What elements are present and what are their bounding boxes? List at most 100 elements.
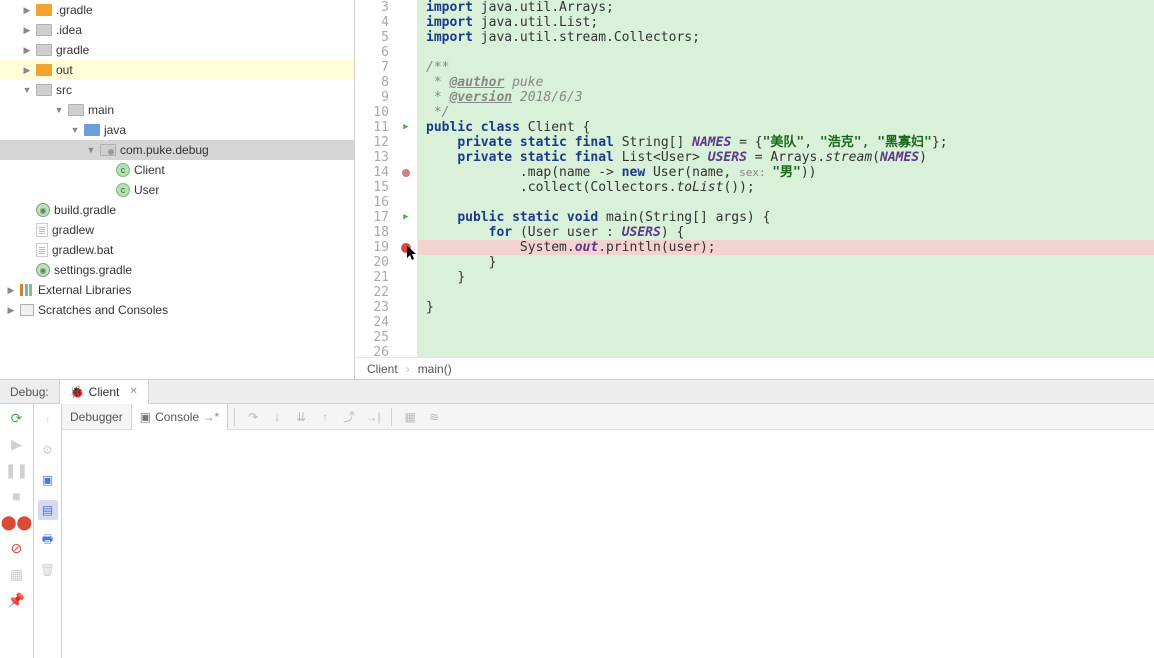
view-breakpoints-button[interactable]: ⬤⬤ (7, 512, 27, 532)
chevron-down-icon[interactable]: ▼ (70, 125, 80, 135)
libraries-icon (20, 284, 34, 296)
debug-panel-label: Debug: (0, 385, 59, 399)
chevron-right-icon[interactable]: ▶ (6, 285, 16, 295)
tree-label: .gradle (56, 3, 93, 17)
run-gutter-icon[interactable]: ▶ (403, 210, 408, 225)
tree-item-package[interactable]: ▼ com.puke.debug (0, 140, 354, 160)
stop-button[interactable]: ■ (7, 486, 27, 506)
bug-icon: 🐞 (70, 385, 85, 399)
gradle-file-icon: ◉ (36, 203, 50, 217)
tree-item-gradlew-bat[interactable]: gradlew.bat (0, 240, 354, 260)
gutter-markers[interactable]: ▶ ▶ (395, 0, 417, 357)
debug-tab-label: Client (89, 385, 120, 399)
folder-icon (36, 4, 52, 16)
tree-item-gradle-hidden[interactable]: ▶ .gradle (0, 0, 354, 20)
chevron-right-icon[interactable]: ▶ (22, 65, 32, 75)
rerun-button[interactable]: ⟳ (7, 408, 27, 428)
tree-item-settings-gradle[interactable]: ◉settings.gradle (0, 260, 354, 280)
scratches-icon (20, 304, 34, 316)
restore-layout-button[interactable]: ↑ (38, 410, 58, 430)
evaluate-icon[interactable]: ▦ (400, 407, 420, 427)
project-tree[interactable]: ▶.gradle ▶.idea ▶gradle ▶out ▼src ▼main … (0, 0, 355, 379)
text-file-icon (36, 223, 48, 237)
tree-item-scratches[interactable]: ▶ Scratches and Consoles (0, 300, 354, 320)
tree-label: java (104, 123, 126, 137)
print-button[interactable]: 🖶 (38, 530, 58, 550)
tree-label: User (134, 183, 159, 197)
debug-left-toolbar: ⟳ ▶ ❚❚ ■ ⬤⬤ ⊘ ▦ 📌 (0, 404, 34, 658)
tree-label: gradle (56, 43, 89, 57)
debug-tool-window: Debug: 🐞 Client ✕ ⟳ ▶ ❚❚ ■ ⬤⬤ ⊘ ▦ 📌 ↑ ⚙ … (0, 380, 1154, 658)
debugger-tab[interactable]: Debugger (62, 404, 132, 430)
code-area[interactable]: import java.util.Arrays; import java.uti… (418, 0, 1154, 357)
debug-config-tab[interactable]: 🐞 Client ✕ (59, 380, 149, 404)
run-gutter-icon[interactable]: ▶ (403, 120, 408, 135)
console-output[interactable] (62, 430, 1154, 658)
chevron-right-icon[interactable]: ▶ (22, 45, 32, 55)
tree-item-user[interactable]: c User (0, 180, 354, 200)
folder-icon (36, 64, 52, 76)
code-editor[interactable]: 3456789101112131415161718192021222324252… (355, 0, 1154, 379)
step-into-icon[interactable]: ↓ (267, 407, 287, 427)
tree-label: gradlew.bat (52, 243, 113, 257)
editor-gutter[interactable]: 3456789101112131415161718192021222324252… (355, 0, 418, 357)
breadcrumb-class[interactable]: Client (367, 362, 398, 376)
chevron-right-icon[interactable]: ▶ (22, 5, 32, 15)
trace-icon[interactable]: ≋ (424, 407, 444, 427)
java-class-icon: c (116, 163, 130, 177)
tree-item-gradle[interactable]: ▶ gradle (0, 40, 354, 60)
editor-breadcrumb[interactable]: Client › main() (355, 357, 1154, 379)
tree-item-src[interactable]: ▼ src (0, 80, 354, 100)
tree-item-client[interactable]: cClient (0, 160, 354, 180)
settings-button[interactable]: ▦ (7, 564, 27, 584)
close-icon[interactable]: ✕ (129, 386, 137, 397)
mute-breakpoints-button[interactable]: ⊘ (7, 538, 27, 558)
tree-label: com.puke.debug (120, 143, 209, 157)
breadcrumb-method[interactable]: main() (418, 362, 452, 376)
java-class-icon: c (116, 183, 130, 197)
debug-toolbar: Debugger ▣Console →* ↷ ↓ ⇊ ↑ ⤴ →| ▦ ≋ (62, 404, 1154, 430)
tree-item-external-libraries[interactable]: ▶ External Libraries (0, 280, 354, 300)
console-tab[interactable]: ▣Console →* (132, 404, 228, 430)
tree-item-main[interactable]: ▼main (0, 100, 354, 120)
threads-button[interactable]: ▤ (38, 500, 58, 520)
tree-label: src (56, 83, 72, 97)
pin-button[interactable]: 📌 (7, 590, 27, 610)
drop-frame-icon[interactable]: ⤴ (339, 407, 359, 427)
settings-icon[interactable]: ⚙ (38, 440, 58, 460)
debug-header: Debug: 🐞 Client ✕ (0, 380, 1154, 404)
tree-label: gradlew (52, 223, 94, 237)
tree-label: External Libraries (38, 283, 131, 297)
chevron-down-icon[interactable]: ▼ (54, 105, 64, 115)
tree-item-build-gradle[interactable]: ◉ build.gradle (0, 200, 354, 220)
tree-label: settings.gradle (54, 263, 132, 277)
trash-button[interactable]: 🗑 (38, 560, 58, 580)
tree-label: out (56, 63, 73, 77)
tree-item-out[interactable]: ▶ out (0, 60, 354, 80)
force-step-into-icon[interactable]: ⇊ (291, 407, 311, 427)
tree-item-idea[interactable]: ▶ .idea (0, 20, 354, 40)
breakpoint-disabled-icon[interactable] (402, 169, 410, 177)
tree-label: .idea (56, 23, 82, 37)
step-out-icon[interactable]: ↑ (315, 407, 335, 427)
tree-label: build.gradle (54, 203, 116, 217)
chevron-down-icon[interactable]: ▼ (86, 145, 96, 155)
step-over-icon[interactable]: ↷ (243, 407, 263, 427)
folder-icon (36, 44, 52, 56)
tree-label: Scratches and Consoles (38, 303, 168, 317)
debug-left-toolbar-2: ↑ ⚙ ▣ ▤ 🖶 🗑 (34, 404, 62, 658)
line-numbers: 3456789101112131415161718192021222324252… (355, 0, 395, 357)
chevron-right-icon[interactable]: ▶ (22, 25, 32, 35)
layout-button[interactable]: ▣ (38, 470, 58, 490)
folder-icon (68, 104, 84, 116)
chevron-right-icon[interactable]: ▶ (6, 305, 16, 315)
chevron-down-icon[interactable]: ▼ (22, 85, 32, 95)
pause-button[interactable]: ❚❚ (7, 460, 27, 480)
breakpoint-icon[interactable] (401, 243, 411, 253)
resume-button[interactable]: ▶ (7, 434, 27, 454)
package-icon (100, 144, 116, 156)
run-to-cursor-icon[interactable]: →| (363, 407, 383, 427)
breadcrumb-separator: › (406, 362, 410, 376)
tree-item-gradlew[interactable]: gradlew (0, 220, 354, 240)
tree-item-java[interactable]: ▼ java (0, 120, 354, 140)
